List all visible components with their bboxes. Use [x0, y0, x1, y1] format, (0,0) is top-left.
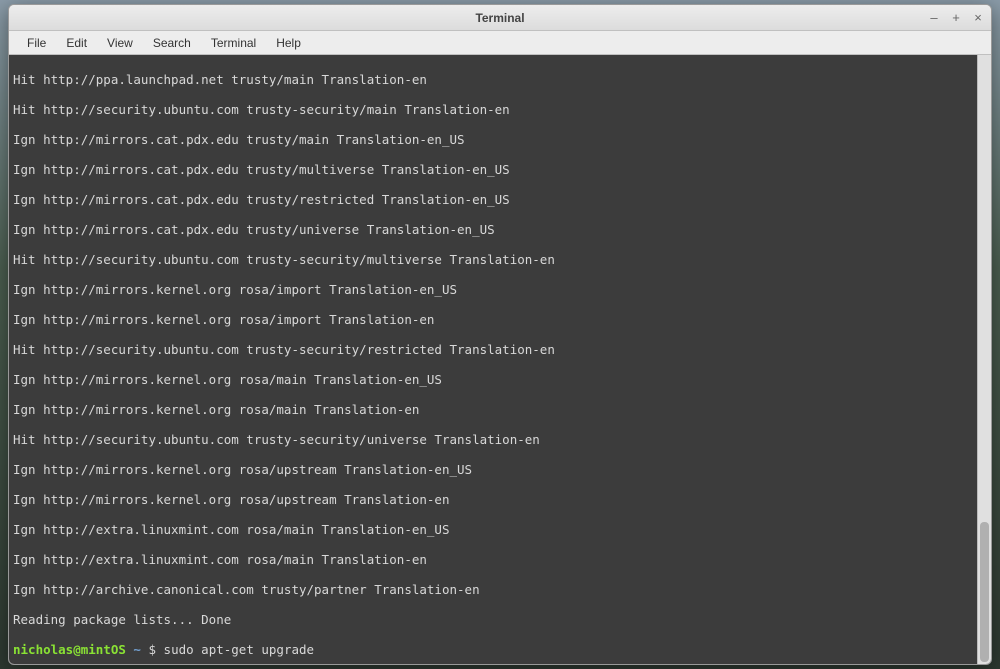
menu-file[interactable]: File	[17, 33, 56, 53]
scrollbar[interactable]	[977, 55, 991, 664]
minimize-button[interactable]: –	[927, 11, 941, 25]
output-line: Hit http://security.ubuntu.com trusty-se…	[13, 102, 987, 117]
output-line: Hit http://security.ubuntu.com trusty-se…	[13, 252, 987, 267]
prompt-userhost: nicholas@mintOS	[13, 642, 126, 657]
output-line: Hit http://ppa.launchpad.net trusty/main…	[13, 72, 987, 87]
output-line: Ign http://extra.linuxmint.com rosa/main…	[13, 522, 987, 537]
prompt-path: ~	[133, 642, 141, 657]
window-title: Terminal	[475, 11, 524, 25]
output-line: Ign http://mirrors.cat.pdx.edu trusty/ma…	[13, 132, 987, 147]
menu-help[interactable]: Help	[266, 33, 311, 53]
terminal-window: Terminal – + × File Edit View Search Ter…	[8, 4, 992, 665]
menubar: File Edit View Search Terminal Help	[9, 31, 991, 55]
terminal-output[interactable]: Hit http://ppa.launchpad.net trusty/main…	[9, 55, 991, 664]
output-line: Ign http://mirrors.kernel.org rosa/main …	[13, 372, 987, 387]
menu-view[interactable]: View	[97, 33, 143, 53]
output-line: Hit http://security.ubuntu.com trusty-se…	[13, 432, 987, 447]
maximize-button[interactable]: +	[949, 11, 963, 25]
prompt-line: nicholas@mintOS ~ $ sudo apt-get upgrade	[13, 642, 987, 657]
output-line: Ign http://mirrors.cat.pdx.edu trusty/mu…	[13, 162, 987, 177]
prompt-symbol: $	[148, 642, 156, 657]
output-line: Ign http://mirrors.cat.pdx.edu trusty/un…	[13, 222, 987, 237]
close-button[interactable]: ×	[971, 11, 985, 25]
command-text: sudo apt-get upgrade	[156, 642, 314, 657]
menu-edit[interactable]: Edit	[56, 33, 97, 53]
scroll-thumb[interactable]	[980, 522, 989, 662]
output-line: Ign http://mirrors.cat.pdx.edu trusty/re…	[13, 192, 987, 207]
output-line: Ign http://mirrors.kernel.org rosa/upstr…	[13, 462, 987, 477]
output-line: Ign http://mirrors.kernel.org rosa/upstr…	[13, 492, 987, 507]
menu-search[interactable]: Search	[143, 33, 201, 53]
output-line: Ign http://mirrors.kernel.org rosa/impor…	[13, 282, 987, 297]
output-line: Hit http://security.ubuntu.com trusty-se…	[13, 342, 987, 357]
output-line: Ign http://mirrors.kernel.org rosa/impor…	[13, 312, 987, 327]
output-line: Ign http://mirrors.kernel.org rosa/main …	[13, 402, 987, 417]
menu-terminal[interactable]: Terminal	[201, 33, 266, 53]
output-line: Ign http://archive.canonical.com trusty/…	[13, 582, 987, 597]
window-controls: – + ×	[927, 5, 985, 30]
output-line: Reading package lists... Done	[13, 612, 987, 627]
output-line: Ign http://extra.linuxmint.com rosa/main…	[13, 552, 987, 567]
titlebar[interactable]: Terminal – + ×	[9, 5, 991, 31]
